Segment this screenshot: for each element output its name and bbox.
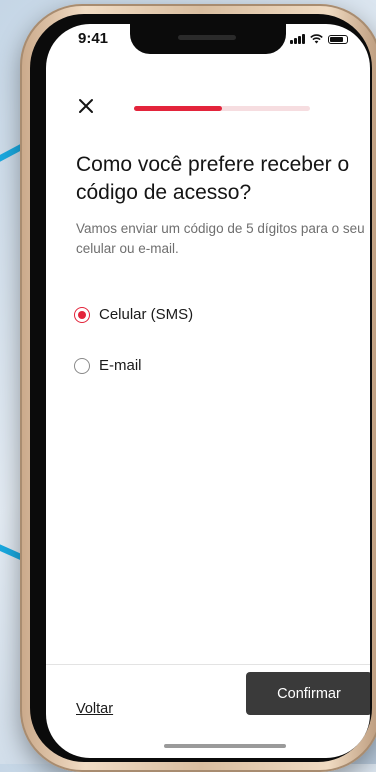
back-link[interactable]: Voltar (76, 701, 113, 717)
status-icons (290, 34, 348, 44)
home-indicator (164, 744, 286, 748)
page-title: Como você prefere receber o código de ac… (76, 153, 350, 204)
footer-divider (46, 664, 370, 665)
phone-frame: 9:41 Como você prefere receber o código … (20, 4, 376, 772)
status-time: 9:41 (78, 30, 109, 47)
battery-icon (328, 35, 348, 44)
speaker (178, 35, 236, 40)
option-sms-label: Celular (SMS) (99, 306, 194, 323)
radio-sms[interactable] (74, 306, 90, 323)
progress-bar (134, 106, 310, 111)
close-button[interactable] (76, 96, 96, 116)
close-icon (79, 99, 93, 113)
signal-icon (290, 34, 305, 44)
progress-fill (134, 106, 222, 111)
option-email-label: E-mail (99, 357, 142, 374)
confirm-button[interactable]: Confirmar (246, 672, 370, 715)
option-email[interactable]: E-mail (74, 357, 142, 374)
radio-email[interactable] (74, 357, 90, 374)
option-sms[interactable]: Celular (SMS) (74, 306, 193, 323)
phone-screen: 9:41 Como você prefere receber o código … (46, 24, 370, 758)
wifi-icon (310, 34, 323, 44)
page-subtitle: Vamos enviar um código de 5 dígitos para… (76, 221, 365, 256)
